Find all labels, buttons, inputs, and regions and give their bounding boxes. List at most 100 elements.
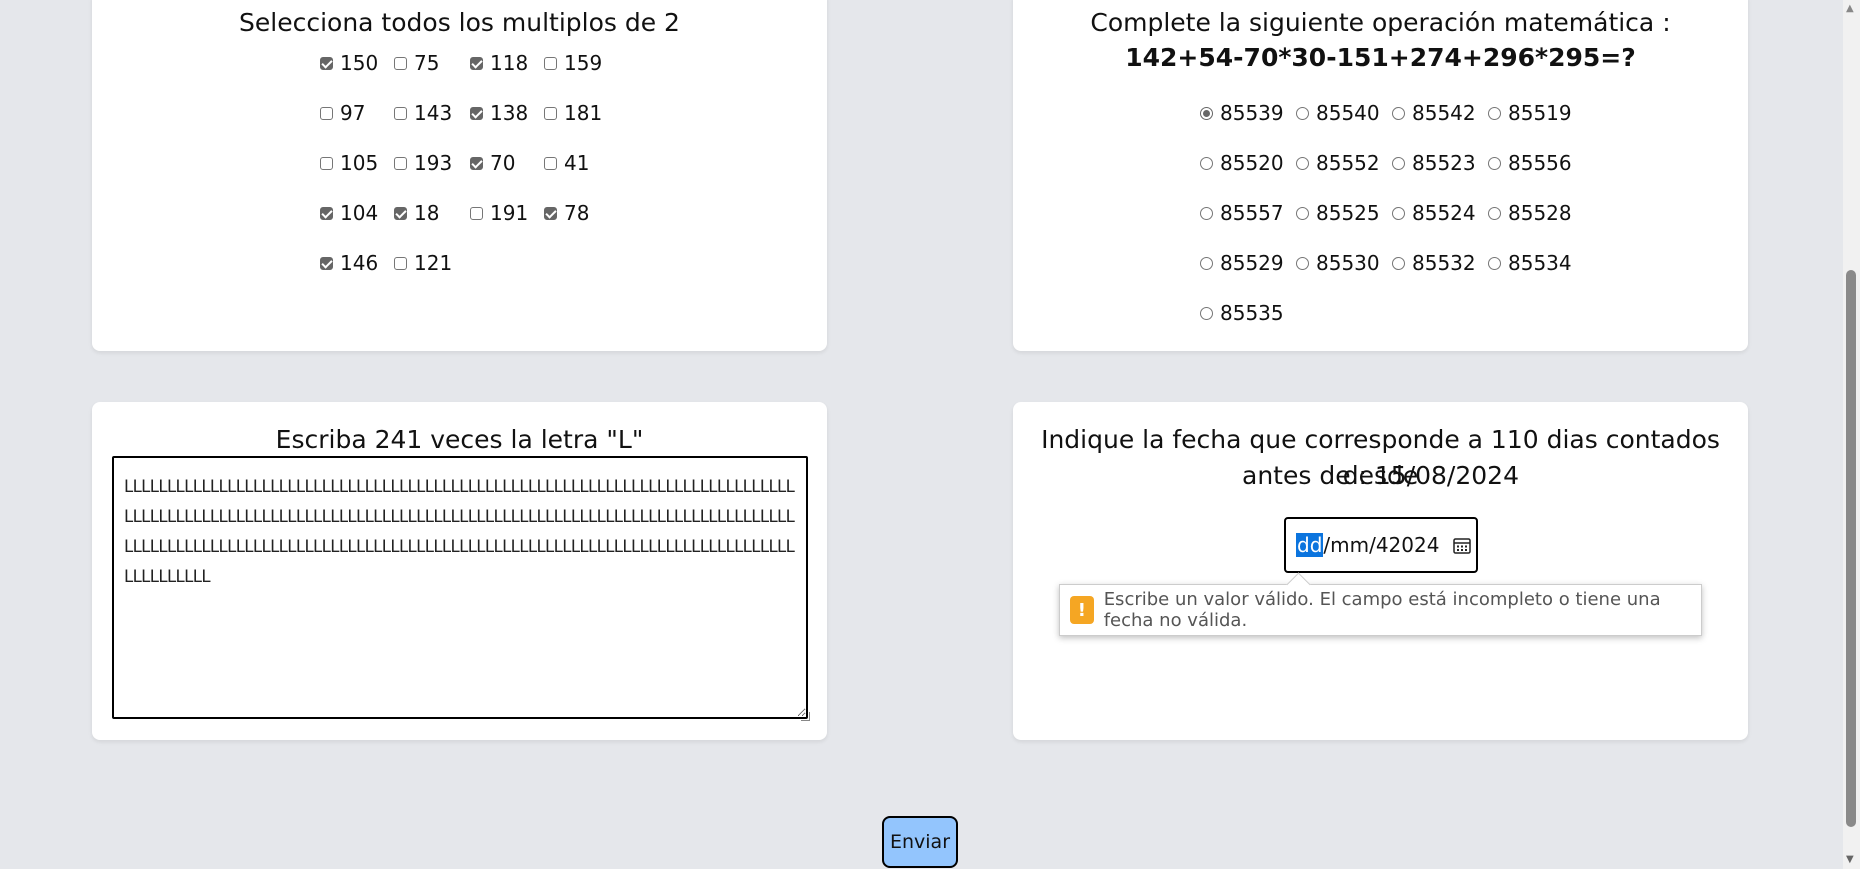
multiple-checkbox[interactable] [470, 206, 483, 220]
multiple-checkbox[interactable] [320, 156, 333, 170]
math-radio[interactable] [1296, 106, 1309, 120]
multiples-title: Selecciona todos los multiplos de 2 [239, 8, 680, 37]
multiple-option[interactable]: 41 [544, 150, 589, 176]
multiple-option[interactable]: 78 [544, 200, 589, 226]
multiple-option[interactable]: 146 [320, 250, 378, 276]
math-option[interactable]: 85525 [1296, 200, 1380, 226]
scrollbar-thumb[interactable] [1846, 270, 1856, 827]
date-input[interactable]: dd /mm/42024 [1284, 517, 1478, 573]
letters-textarea[interactable]: LLLLLLLLLLLLLLLLLLLLLLLLLLLLLLLLLLLLLLLL… [112, 456, 808, 719]
multiple-checkbox[interactable] [394, 106, 407, 120]
multiple-checkbox[interactable] [394, 206, 407, 220]
multiple-option[interactable]: 181 [544, 100, 602, 126]
math-option-label: 85525 [1316, 201, 1380, 225]
math-option[interactable]: 85534 [1488, 250, 1572, 276]
scroll-up-arrow-icon[interactable]: ▲ [1846, 4, 1854, 14]
multiple-option[interactable]: 138 [470, 100, 528, 126]
math-option[interactable]: 85523 [1392, 150, 1476, 176]
math-option[interactable]: 85540 [1296, 100, 1380, 126]
multiple-checkbox[interactable] [320, 56, 333, 70]
math-radio[interactable] [1200, 156, 1213, 170]
math-option[interactable]: 85556 [1488, 150, 1572, 176]
multiple-checkbox[interactable] [470, 106, 483, 120]
multiple-option[interactable]: 97 [320, 100, 365, 126]
calendar-icon[interactable] [1453, 537, 1472, 554]
validation-tooltip: ! Escribe un valor válido. El campo está… [1059, 584, 1702, 636]
math-option-label: 85523 [1412, 151, 1476, 175]
math-radio[interactable] [1296, 256, 1309, 270]
date-rest-segment[interactable]: /mm/42024 [1323, 533, 1439, 557]
math-radio[interactable] [1200, 206, 1213, 220]
multiple-checkbox[interactable] [394, 156, 407, 170]
math-radio[interactable] [1296, 206, 1309, 220]
multiple-checkbox[interactable] [470, 56, 483, 70]
multiple-option[interactable]: 104 [320, 200, 378, 226]
math-radio[interactable] [1488, 106, 1501, 120]
math-option-label: 85539 [1220, 101, 1284, 125]
math-radio[interactable] [1392, 106, 1405, 120]
math-option-label: 85557 [1220, 201, 1284, 225]
multiple-option[interactable]: 150 [320, 50, 378, 76]
math-option-label: 85530 [1316, 251, 1380, 275]
multiple-option[interactable]: 193 [394, 150, 452, 176]
math-radio[interactable] [1296, 156, 1309, 170]
date-title-line2: antes de : 15/08/2024 [1242, 461, 1519, 490]
vertical-scrollbar[interactable]: ▲ ▼ [1843, 0, 1860, 869]
multiple-label: 193 [414, 151, 453, 175]
math-option[interactable]: 85535 [1200, 300, 1284, 326]
math-option[interactable]: 85539 [1200, 100, 1284, 126]
math-card: Complete la siguiente operación matemáti… [1013, 0, 1748, 351]
math-option[interactable]: 85530 [1296, 250, 1380, 276]
math-radio[interactable] [1392, 256, 1405, 270]
math-option-label: 85519 [1508, 101, 1572, 125]
multiple-checkbox[interactable] [544, 156, 557, 170]
math-radio[interactable] [1200, 106, 1213, 120]
multiple-checkbox[interactable] [470, 156, 483, 170]
math-option[interactable]: 85529 [1200, 250, 1284, 276]
multiple-label: 121 [414, 251, 453, 275]
math-radio[interactable] [1488, 206, 1501, 220]
resize-grip-icon[interactable] [801, 712, 810, 721]
multiple-label: 78 [564, 201, 590, 225]
multiple-option[interactable]: 105 [320, 150, 378, 176]
math-option-label: 85532 [1412, 251, 1476, 275]
math-option[interactable]: 85520 [1200, 150, 1284, 176]
math-option[interactable]: 85557 [1200, 200, 1284, 226]
multiple-checkbox[interactable] [320, 256, 333, 270]
math-option[interactable]: 85552 [1296, 150, 1380, 176]
multiple-checkbox[interactable] [544, 106, 557, 120]
multiple-checkbox[interactable] [394, 256, 407, 270]
math-option[interactable]: 85528 [1488, 200, 1572, 226]
multiple-option[interactable]: 121 [394, 250, 452, 276]
multiple-option[interactable]: 191 [470, 200, 528, 226]
math-option-label: 85524 [1412, 201, 1476, 225]
math-option[interactable]: 85532 [1392, 250, 1476, 276]
math-radio[interactable] [1200, 306, 1213, 320]
multiple-option[interactable]: 143 [394, 100, 452, 126]
multiple-label: 146 [340, 251, 379, 275]
scroll-down-arrow-icon[interactable]: ▼ [1846, 855, 1854, 865]
math-option[interactable]: 85524 [1392, 200, 1476, 226]
math-radio[interactable] [1392, 206, 1405, 220]
math-option-label: 85520 [1220, 151, 1284, 175]
letters-card: Escriba 241 veces la letra "L" LLLLLLLLL… [92, 402, 827, 740]
math-radio[interactable] [1488, 256, 1501, 270]
multiple-checkbox[interactable] [320, 106, 333, 120]
multiple-option[interactable]: 70 [470, 150, 515, 176]
math-option[interactable]: 85519 [1488, 100, 1572, 126]
multiple-option[interactable]: 118 [470, 50, 528, 76]
multiple-checkbox[interactable] [320, 206, 333, 220]
multiple-checkbox[interactable] [544, 206, 557, 220]
math-radio[interactable] [1488, 156, 1501, 170]
multiple-checkbox[interactable] [394, 56, 407, 70]
math-option[interactable]: 85542 [1392, 100, 1476, 126]
date-day-segment[interactable]: dd [1296, 533, 1324, 557]
multiple-option[interactable]: 75 [394, 50, 439, 76]
math-radio[interactable] [1392, 156, 1405, 170]
submit-button[interactable]: Enviar [882, 816, 958, 868]
multiple-label: 143 [414, 101, 453, 125]
multiple-checkbox[interactable] [544, 56, 557, 70]
multiple-option[interactable]: 18 [394, 200, 439, 226]
multiple-option[interactable]: 159 [544, 50, 602, 76]
math-radio[interactable] [1200, 256, 1213, 270]
